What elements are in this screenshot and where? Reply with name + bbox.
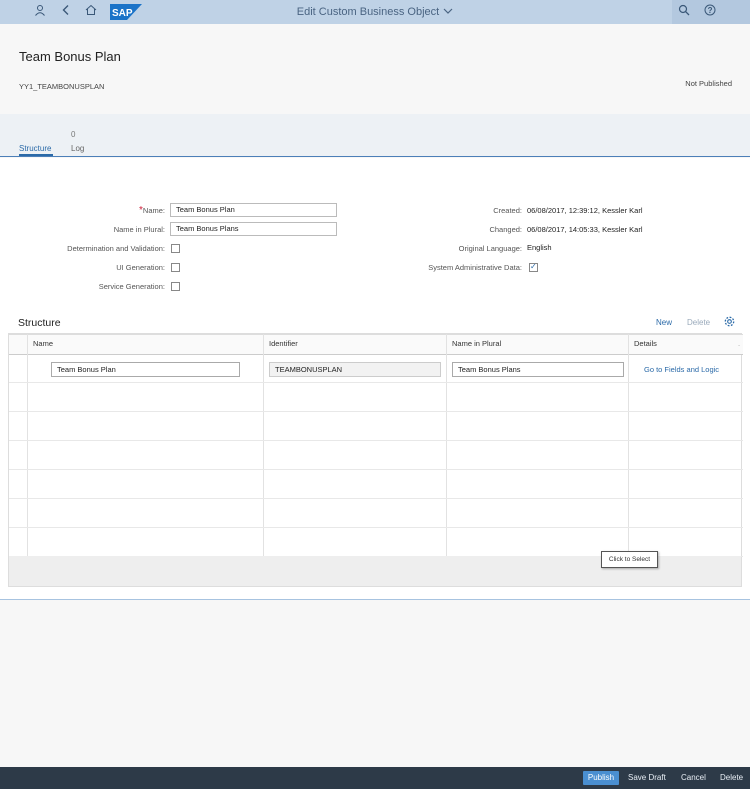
- tab-log-label: Log: [71, 144, 85, 153]
- column-header-plural[interactable]: Name in Plural: [452, 339, 501, 348]
- created-value: 06/08/2017, 12:39:12, Kessler Karl: [527, 206, 643, 215]
- object-header: Team Bonus Plan YY1_TEAMBONUSPLAN Not Pu…: [0, 24, 750, 114]
- name-label: *Name:: [139, 205, 165, 216]
- ui-generation-checkbox[interactable]: [171, 263, 180, 272]
- svg-text:SAP: SAP: [112, 8, 133, 19]
- column-header-name[interactable]: Name: [33, 339, 53, 348]
- ui-generation-label: UI Generation:: [116, 263, 165, 272]
- tab-structure[interactable]: Structure: [19, 130, 53, 156]
- service-generation-label: Service Generation:: [98, 282, 165, 291]
- general-form: *Name: Team Bonus Plan Name in Plural: T…: [0, 158, 750, 308]
- footer-toolbar: Publish Save Draft Cancel Delete: [0, 767, 750, 789]
- determination-label: Determination and Validation:: [67, 244, 165, 253]
- name-field[interactable]: Team Bonus Plan: [170, 203, 337, 217]
- language-label: Original Language:: [458, 244, 522, 253]
- publish-button[interactable]: Publish: [583, 771, 619, 785]
- language-value: English: [527, 243, 552, 252]
- fields-and-logic-link[interactable]: Go to Fields and Logic: [644, 365, 719, 374]
- gear-icon[interactable]: [724, 316, 735, 330]
- row-plural-input[interactable]: Team Bonus Plans: [452, 362, 624, 377]
- table-header: [9, 334, 743, 355]
- structure-table: Name Identifier Name in Plural Details .…: [8, 333, 743, 587]
- back-icon[interactable]: [57, 3, 75, 21]
- shell-bar: SAP Edit Custom Business Object ?: [0, 0, 750, 24]
- system-admin-checkbox[interactable]: [529, 262, 538, 272]
- column-overflow-indicator: .: [738, 339, 741, 348]
- new-button[interactable]: New: [656, 318, 672, 327]
- tooltip: Click to Select: [601, 551, 658, 568]
- object-identifier: YY1_TEAMBONUSPLAN: [19, 82, 105, 91]
- cancel-button[interactable]: Cancel: [681, 771, 706, 785]
- app-title-text: Edit Custom Business Object: [296, 6, 440, 18]
- page-title: Team Bonus Plan: [19, 49, 121, 64]
- tab-active-indicator: [19, 154, 53, 156]
- user-icon[interactable]: [31, 3, 49, 21]
- home-icon[interactable]: [82, 3, 100, 21]
- tab-structure-label: Structure: [19, 144, 52, 153]
- delete-row-button[interactable]: Delete: [687, 318, 710, 327]
- structure-title: Structure: [18, 317, 61, 329]
- plural-label: Name in Plural:: [113, 225, 165, 234]
- save-draft-button[interactable]: Save Draft: [628, 771, 666, 785]
- svg-text:?: ?: [708, 6, 713, 15]
- plural-field[interactable]: Team Bonus Plans: [170, 222, 337, 236]
- help-icon[interactable]: ?: [701, 3, 719, 21]
- changed-label: Changed:: [489, 225, 522, 234]
- column-header-details[interactable]: Details: [634, 339, 657, 348]
- changed-value: 06/08/2017, 14:05:33, Kessler Karl: [527, 225, 643, 234]
- tab-log-count: 0: [71, 130, 76, 139]
- service-generation-checkbox[interactable]: [171, 282, 180, 291]
- created-label: Created:: [493, 206, 522, 215]
- sap-logo: SAP: [110, 4, 142, 20]
- status-text: Not Published: [685, 79, 732, 88]
- chevron-down-icon: [443, 0, 453, 24]
- delete-button[interactable]: Delete: [720, 771, 743, 785]
- row-identifier-field: TEAMBONUSPLAN: [269, 362, 441, 377]
- name-label-text: Name:: [142, 206, 165, 215]
- column-header-identifier[interactable]: Identifier: [269, 339, 298, 348]
- system-admin-label: System Administrative Data:: [428, 263, 522, 272]
- row-name-input[interactable]: Team Bonus Plan: [51, 362, 240, 377]
- search-icon[interactable]: [675, 3, 693, 21]
- tab-log[interactable]: 0 Log: [71, 130, 91, 154]
- tab-bar: Structure 0 Log: [0, 114, 750, 157]
- determination-checkbox[interactable]: [171, 244, 180, 253]
